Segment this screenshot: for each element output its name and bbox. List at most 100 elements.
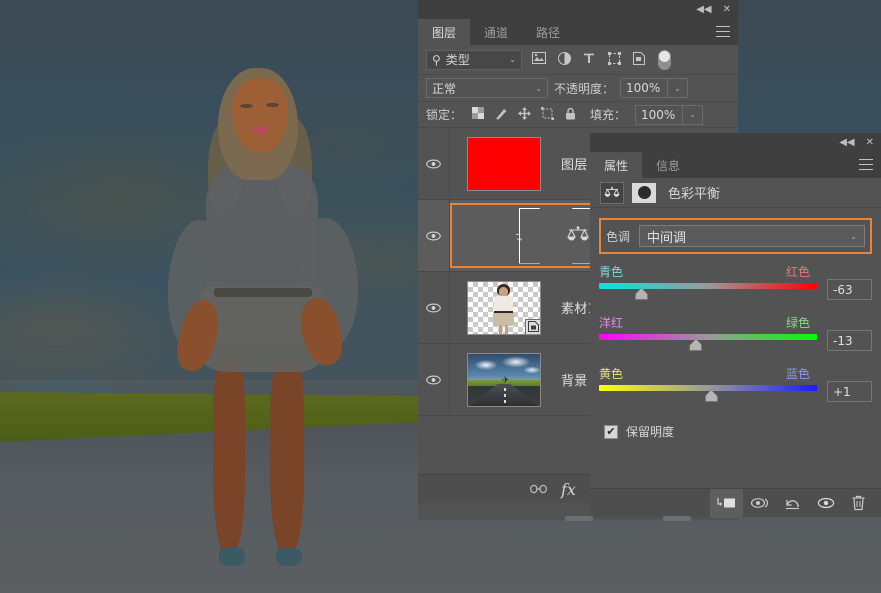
slider-track-wrap[interactable] [599,334,817,356]
slider-value-input[interactable]: -13 [827,330,872,351]
pixel-filter-icon[interactable] [531,52,547,67]
lock-label: 锁定： [426,108,463,122]
lock-position-icon[interactable] [517,106,531,123]
slider-right-label: 红色 [785,265,810,279]
slider-yellow-blue: 黄色 蓝色 +1 [599,365,872,407]
layer-visibility-toggle[interactable] [418,344,450,415]
chevron-down-icon: ⌄ [535,83,542,93]
reset-icon[interactable] [776,489,809,518]
collapse-icon[interactable]: ◀◀ [696,4,711,15]
properties-panel-titlebar: ◀◀ ✕ [590,133,881,152]
slider-thumb[interactable] [689,339,703,351]
delete-icon[interactable] [842,489,875,518]
layer-thumbnail[interactable] [467,280,541,335]
layer-thumbnail[interactable]: ✈ [467,352,541,407]
layer-thumbnail[interactable] [467,136,541,191]
mask-thumbnail-icon[interactable] [632,182,656,203]
layers-panel-titlebar: ◀◀ ✕ [418,0,738,19]
lock-row: 锁定： 填充： 100% ⌄ [418,102,738,128]
layers-panel-tabs: 图层 通道 路径 [418,19,738,45]
properties-panel-tabs: 属性 信息 [590,152,881,178]
slider-thumb[interactable] [704,390,718,402]
slider-track-wrap[interactable] [599,385,817,407]
link-layers-icon[interactable] [530,484,547,494]
figure-shoe-left [219,548,245,566]
filter-enable-toggle[interactable] [658,49,671,70]
tone-select[interactable]: 中间调 ⌄ [639,225,865,247]
smart-object-badge-icon [525,318,540,334]
slider-cyan-red: 青色 红色 -63 [599,263,872,305]
search-icon: ⚲ [432,52,441,67]
tab-channels[interactable]: 通道 [470,19,522,45]
shape-filter-icon[interactable] [606,51,622,68]
text-filter-icon[interactable] [581,52,597,67]
slider-value-input[interactable]: +1 [827,381,872,402]
preserve-luminosity-row[interactable]: ✔ 保留明度 [604,423,881,440]
layer-thumbnail-wrap[interactable]: ✈ [467,352,541,407]
color-balance-icon[interactable] [600,181,624,204]
layer-visibility-toggle[interactable] [418,272,450,343]
fill-input[interactable]: 100% [635,104,684,125]
color-balance-icon [565,225,591,247]
close-icon[interactable]: ✕ [723,4,731,15]
smart-object-filter-icon[interactable] [631,51,647,68]
slider-track [599,283,817,289]
figure-leg-left [213,355,245,555]
slider-track [599,385,817,391]
opacity-input[interactable]: 100% [620,78,669,98]
chevron-down-icon: ⌄ [850,231,857,241]
tab-paths[interactable]: 路径 [522,19,574,45]
toggle-previous-state-icon[interactable] [743,489,776,518]
slider-right-label: 蓝色 [785,367,810,381]
clip-to-layer-icon[interactable] [710,488,743,518]
tab-info[interactable]: 信息 [642,152,694,178]
layer-thumbnail-wrap[interactable] [467,136,541,191]
slider-magenta-green: 洋红 绿色 -13 [599,314,872,356]
properties-panel-footer [590,488,881,518]
figure-shoe-right [276,548,302,566]
tab-properties[interactable]: 属性 [590,152,643,178]
opacity-stepper-icon[interactable]: ⌄ [668,78,689,98]
slider-left-label: 洋红 [599,316,624,330]
preserve-luminosity-label: 保留明度 [626,425,675,439]
tone-row: 色调 中间调 ⌄ [599,218,872,254]
slider-thumb[interactable] [634,288,648,300]
panel-menu-icon[interactable] [716,26,730,37]
slider-track-wrap[interactable] [599,283,817,305]
slider-value-input[interactable]: -63 [827,279,872,300]
tone-value: 中间调 [647,230,687,246]
blend-mode-select[interactable]: 正常 ⌄ [426,78,548,98]
airplane-icon: ✈ [501,375,510,386]
horizontal-scrollbar-secondary[interactable] [663,516,691,521]
tab-layers[interactable]: 图层 [418,19,471,45]
cutout-figure-preview [488,283,518,334]
blend-mode-value: 正常 [432,81,457,96]
layer-thumbnail-wrap[interactable] [467,280,541,335]
figure-face [232,78,288,152]
lock-transparency-icon[interactable] [471,107,485,122]
horizontal-scrollbar[interactable] [565,516,593,521]
layer-visibility-toggle[interactable] [418,200,450,271]
lock-artboard-icon[interactable] [540,106,554,123]
page-title: 色彩平衡 [668,187,721,202]
toggle-visibility-icon[interactable] [809,489,842,518]
filter-type-label: 类型 [445,53,470,67]
filter-type-select[interactable]: ⚲ 类型 ⌄ [426,49,522,70]
adjustment-header: 色彩平衡 [590,178,881,208]
preserve-luminosity-checkbox[interactable]: ✔ [604,424,618,439]
figure-eye-right [266,103,279,107]
slider-left-label: 青色 [599,265,624,279]
tone-label: 色调 [606,229,631,244]
slider-left-label: 黄色 [599,367,624,381]
layer-filter-row: ⚲ 类型 ⌄ [418,45,738,75]
layer-visibility-toggle[interactable] [418,128,450,199]
lock-image-icon[interactable] [494,107,508,123]
panel-menu-icon[interactable] [859,159,873,170]
layer-name-label[interactable]: 背景 [561,370,588,389]
collapse-icon[interactable]: ◀◀ [839,137,854,148]
lock-all-icon[interactable] [563,107,577,123]
fill-stepper-icon[interactable]: ⌄ [683,104,704,125]
close-icon[interactable]: ✕ [866,137,874,148]
adjustment-filter-icon[interactable] [556,51,572,68]
layer-fx-icon[interactable]: fx [561,480,576,499]
